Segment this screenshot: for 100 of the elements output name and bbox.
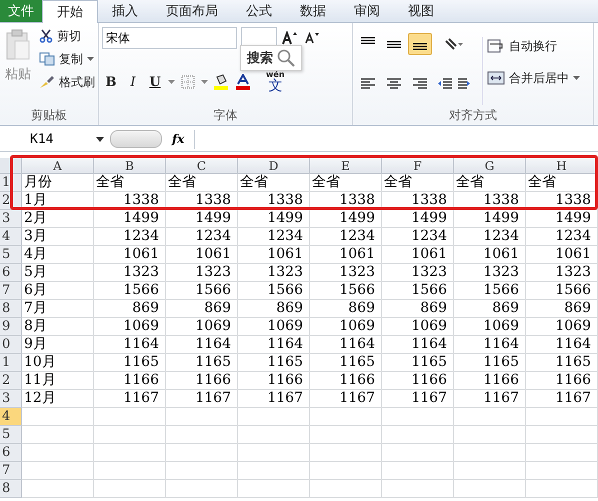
file-tab[interactable]: 文件: [0, 0, 42, 22]
ribbon-tab[interactable]: 视图: [394, 0, 448, 22]
table-cell: 1061: [483, 246, 519, 262]
column-header[interactable]: E: [310, 158, 382, 174]
table-cell: 1566: [123, 282, 159, 298]
table-cell: 1069: [123, 318, 159, 334]
empty-cell: [454, 444, 526, 462]
row-header[interactable]: 6: [0, 264, 22, 282]
cut-button[interactable]: 剪切: [39, 27, 95, 45]
underline-button[interactable]: U: [146, 71, 164, 93]
table-cell: 12月: [24, 390, 56, 406]
indent-icon: [437, 77, 471, 91]
ribbon-tab[interactable]: 公式: [232, 0, 286, 22]
empty-cell: [382, 480, 454, 498]
ribbon-tab[interactable]: 插入: [98, 0, 152, 22]
font-name-field[interactable]: 宋体: [102, 27, 237, 49]
row-header[interactable]: 0: [0, 336, 22, 354]
brush-icon: [39, 75, 55, 89]
column-header[interactable]: B: [94, 158, 166, 174]
row-header[interactable]: 2: [0, 372, 22, 390]
table-cell: 1234: [123, 228, 159, 244]
table-cell: 1166: [123, 372, 159, 388]
vertical-align-button[interactable]: [408, 33, 432, 55]
column-header[interactable]: D: [238, 158, 310, 174]
italic-button[interactable]: I: [124, 71, 142, 93]
table-cell: 1323: [123, 264, 159, 280]
format-painter-button[interactable]: 格式刷: [39, 73, 95, 91]
ribbon-tab[interactable]: 审阅: [340, 0, 394, 22]
column-header[interactable]: G: [454, 158, 526, 174]
row-header[interactable]: 3: [0, 210, 22, 228]
row-header[interactable]: 7: [0, 462, 22, 480]
search-popup[interactable]: 搜索: [240, 45, 302, 71]
search-label: 搜索: [247, 50, 273, 67]
table-cell: 1338: [195, 192, 231, 208]
name-box[interactable]: K14: [0, 132, 90, 146]
empty-cell: [94, 444, 166, 462]
ribbon-tab[interactable]: 页面布局: [152, 0, 232, 22]
column-header[interactable]: F: [382, 158, 454, 174]
table-cell: 1338: [339, 192, 375, 208]
table-cell: 1338: [483, 192, 519, 208]
empty-cell: [310, 426, 382, 444]
row-header[interactable]: 4: [0, 408, 22, 426]
merge-center-button[interactable]: 合并后居中: [487, 69, 580, 87]
empty-cell: [454, 462, 526, 480]
table-cell: 1338: [555, 192, 591, 208]
row-header[interactable]: 8: [0, 300, 22, 318]
angled-text-icon: [444, 37, 464, 51]
table-cell: 1061: [555, 246, 591, 262]
row-header[interactable]: 6: [0, 444, 22, 462]
table-cell: 869: [132, 300, 159, 316]
table-cell: 1338: [123, 192, 159, 208]
table-cell: 869: [420, 300, 447, 316]
row-header[interactable]: 5: [0, 426, 22, 444]
table-cell: 2月: [24, 210, 47, 226]
row-header[interactable]: 9: [0, 318, 22, 336]
table-cell: 1166: [411, 372, 447, 388]
column-header[interactable]: C: [166, 158, 238, 174]
table-cell: 1499: [123, 210, 159, 226]
empty-cell: [382, 426, 454, 444]
empty-cell: [94, 426, 166, 444]
caret-icon: [201, 80, 208, 84]
empty-cell: [310, 444, 382, 462]
table-cell: 869: [276, 300, 303, 316]
paint-bucket-icon: [213, 74, 229, 90]
table-cell: 全省: [240, 174, 268, 190]
table-cell: 9月: [24, 336, 47, 352]
table-cell: 1164: [555, 336, 591, 352]
bold-button[interactable]: B: [102, 71, 120, 93]
ribbon-tab[interactable]: 数据: [286, 0, 340, 22]
column-header[interactable]: H: [526, 158, 598, 174]
table-cell: 全省: [96, 174, 124, 190]
empty-cell: [526, 444, 598, 462]
table-cell: 1338: [411, 192, 447, 208]
row-header[interactable]: 1: [0, 354, 22, 372]
phonetic-button[interactable]: wén 文: [266, 69, 285, 95]
align-icon: [412, 77, 428, 91]
shrink-font-icon: [305, 32, 319, 44]
copy-button[interactable]: 复制: [39, 50, 95, 68]
table-cell: 1061: [339, 246, 375, 262]
formula-bar-handle[interactable]: [110, 130, 162, 148]
insert-function-button[interactable]: fx: [168, 132, 188, 146]
ribbon-tab[interactable]: 开始: [42, 0, 98, 23]
table-cell: 1061: [195, 246, 231, 262]
column-header[interactable]: A: [22, 158, 94, 174]
row-header[interactable]: 5: [0, 246, 22, 264]
caret-icon: [573, 76, 580, 80]
clipboard-icon: [5, 29, 31, 61]
wrap-text-button[interactable]: 自动换行: [487, 37, 580, 55]
row-header[interactable]: 3: [0, 390, 22, 408]
font-color-button[interactable]: [234, 71, 252, 93]
row-header[interactable]: 4: [0, 228, 22, 246]
table-cell: 1566: [411, 282, 447, 298]
table-cell: 1566: [195, 282, 231, 298]
row-header[interactable]: 8: [0, 480, 22, 498]
row-header[interactable]: 7: [0, 282, 22, 300]
table-cell: 1061: [123, 246, 159, 262]
group-label: 字体: [214, 106, 238, 124]
empty-cell: [238, 480, 310, 498]
table-cell: 1234: [555, 228, 591, 244]
caret-icon: [168, 80, 175, 84]
